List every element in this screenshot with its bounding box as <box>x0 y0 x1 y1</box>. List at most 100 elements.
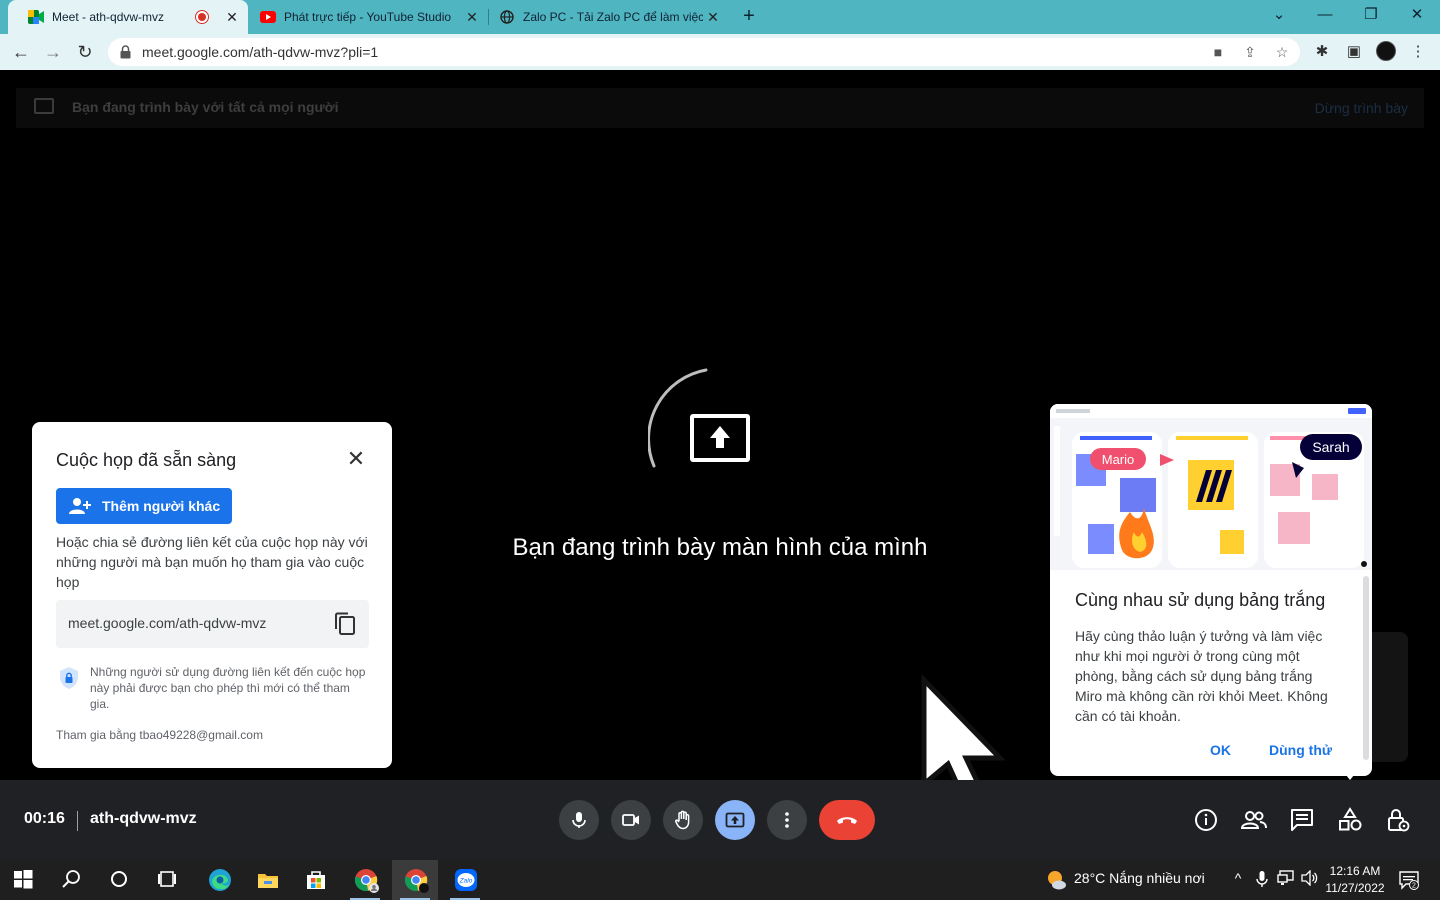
google-meet-icon <box>28 9 44 25</box>
chat-icon[interactable] <box>1288 806 1316 834</box>
side-panel-icon[interactable]: ▣ <box>1344 42 1364 62</box>
windows-taskbar: Zalo 28°C Nắng nhiều nơi ^ 12:16 AM 11/2… <box>0 860 1440 900</box>
miro-whiteboard-illustration: Mario Sarah <box>1050 404 1372 570</box>
reload-icon[interactable]: ↻ <box>72 39 98 65</box>
cortana-circle-icon <box>111 871 127 887</box>
cortana-button[interactable] <box>96 860 142 900</box>
extensions-puzzle-icon[interactable]: ✱ <box>1312 42 1332 62</box>
meeting-link-box[interactable]: meet.google.com/ath-qdvw-mvz <box>56 600 369 648</box>
notification-center-icon[interactable]: 2 <box>1398 870 1420 890</box>
chrome-profile-app[interactable] <box>342 860 388 900</box>
tab-title: Zalo PC - Tải Zalo PC để làm việc <box>523 10 703 24</box>
security-note: Những người sử dụng đường liên kết đến c… <box>90 665 366 711</box>
minimize-icon[interactable]: — <box>1302 0 1348 34</box>
zalo-app[interactable]: Zalo <box>442 860 488 900</box>
browser-tab-bar: Meet - ath-qdvw-mvz ✕ Phát trực tiếp - Y… <box>0 0 1440 34</box>
leave-call-button[interactable] <box>819 800 875 840</box>
meeting-link-text: meet.google.com/ath-qdvw-mvz <box>68 615 267 631</box>
lock-icon <box>120 45 131 59</box>
address-bar[interactable]: meet.google.com/ath-qdvw-mvz?pli=1 ■ ⇪ ☆ <box>108 38 1300 66</box>
present-icon <box>34 98 54 114</box>
tab-search-chevron-icon[interactable]: ⌄ <box>1256 0 1302 34</box>
tab-zalo[interactable]: Zalo PC - Tải Zalo PC để làm việc ✕ <box>489 0 729 34</box>
share-icon[interactable]: ⇪ <box>1241 44 1259 60</box>
chrome-menu-icon[interactable]: ⋮ <box>1408 42 1428 62</box>
search-button[interactable] <box>48 860 94 900</box>
close-tab-icon[interactable]: ✕ <box>462 9 482 26</box>
close-tab-icon[interactable]: ✕ <box>703 9 723 26</box>
profile-avatar[interactable] <box>1376 41 1396 61</box>
network-icon[interactable] <box>1276 870 1296 889</box>
tab-meet[interactable]: Meet - ath-qdvw-mvz ✕ <box>8 0 248 34</box>
weather-sun-icon[interactable] <box>1044 868 1068 892</box>
close-icon[interactable]: ✕ <box>344 448 368 472</box>
svg-text:Zalo: Zalo <box>459 878 473 885</box>
raise-hand-icon <box>675 810 690 830</box>
stop-presenting-button[interactable]: Dừng trình bày <box>1315 100 1408 116</box>
present-screen-icon <box>725 812 745 828</box>
host-controls-icon[interactable] <box>1384 806 1412 834</box>
tab-title: Phát trực tiếp - YouTube Studio <box>284 10 452 24</box>
camera-in-use-icon[interactable]: ■ <box>1209 44 1227 60</box>
show-hidden-icons-chevron-icon[interactable]: ^ <box>1228 870 1248 886</box>
meeting-code: ath-qdvw-mvz <box>90 810 197 827</box>
restore-icon[interactable]: ❐ <box>1348 0 1394 34</box>
share-link-description: Hoặc chia sẻ đường liên kết của cuộc họp… <box>56 534 368 590</box>
store-icon <box>307 871 325 889</box>
meeting-ready-card: Cuộc họp đã sẵn sàng ✕ Thêm người khác H… <box>32 422 392 768</box>
new-tab-icon[interactable]: + <box>738 4 760 30</box>
microsoft-store-app[interactable] <box>292 860 338 900</box>
task-view-button[interactable] <box>144 860 190 900</box>
tab-title: Meet - ath-qdvw-mvz <box>52 10 165 24</box>
windows-logo-icon <box>14 870 33 889</box>
background-panel <box>1366 632 1408 762</box>
file-explorer-app[interactable] <box>244 860 290 900</box>
url-text: meet.google.com/ath-qdvw-mvz?pli=1 <box>142 44 379 60</box>
screen-share-icon <box>690 414 750 462</box>
close-window-icon[interactable]: ✕ <box>1394 0 1440 34</box>
scrollbar[interactable] <box>1363 576 1369 760</box>
copy-icon[interactable] <box>334 612 356 636</box>
microphone-button[interactable] <box>559 800 599 840</box>
close-tab-icon[interactable]: ✕ <box>222 9 242 26</box>
edge-app[interactable] <box>196 860 242 900</box>
globe-icon <box>499 9 515 25</box>
whiteboard-title: Cùng nhau sử dụng bảng trắng <box>1075 590 1326 610</box>
add-people-label: Thêm người khác <box>102 498 221 514</box>
try-whiteboard-button[interactable]: Dùng thử <box>1269 742 1332 758</box>
task-view-icon <box>158 871 176 887</box>
meet-control-bar: 00:16 ath-qdvw-mvz <box>0 780 1440 860</box>
add-people-button[interactable]: Thêm người khác <box>56 488 232 524</box>
raise-hand-button[interactable] <box>663 800 703 840</box>
notification-count: 2 <box>1412 883 1416 890</box>
add-person-icon <box>69 498 91 514</box>
browser-toolbar: ← → ↻ meet.google.com/ath-qdvw-mvz?pli=1… <box>0 34 1440 70</box>
people-icon[interactable] <box>1240 806 1268 834</box>
more-options-icon <box>785 812 789 828</box>
search-icon <box>62 870 80 888</box>
system-clock[interactable]: 12:16 AM 11/27/2022 <box>1322 863 1388 897</box>
microphone-tray-icon[interactable] <box>1252 870 1272 891</box>
more-options-button[interactable] <box>767 800 807 840</box>
chrome-icon <box>354 869 379 893</box>
zalo-icon: Zalo <box>455 869 477 891</box>
activities-icon[interactable] <box>1336 806 1364 834</box>
whiteboard-description: Hãy cùng thảo luận ý tưởng và làm việc n… <box>1075 628 1328 724</box>
sarah-label: Sarah <box>1312 439 1349 455</box>
volume-icon[interactable] <box>1300 869 1320 889</box>
meeting-ready-title: Cuộc họp đã sẵn sàng <box>56 450 237 470</box>
camera-button[interactable] <box>611 800 651 840</box>
meeting-clock: 00:16 <box>24 810 65 827</box>
weather-text[interactable]: 28°C Nắng nhiều nơi <box>1074 870 1205 886</box>
meet-stage: Bạn đang trình bày với tất cả mọi người … <box>0 70 1440 812</box>
present-now-button[interactable] <box>715 800 755 840</box>
ok-button[interactable]: OK <box>1210 742 1231 758</box>
chrome-app[interactable] <box>392 860 438 900</box>
tab-youtube-studio[interactable]: Phát trực tiếp - YouTube Studio ✕ <box>248 0 488 34</box>
bookmark-star-icon[interactable]: ☆ <box>1273 44 1291 60</box>
info-icon[interactable] <box>1192 806 1220 834</box>
chrome-icon <box>404 869 429 893</box>
back-icon[interactable]: ← <box>8 39 34 65</box>
forward-icon[interactable]: → <box>40 39 66 65</box>
start-button[interactable] <box>0 860 46 900</box>
